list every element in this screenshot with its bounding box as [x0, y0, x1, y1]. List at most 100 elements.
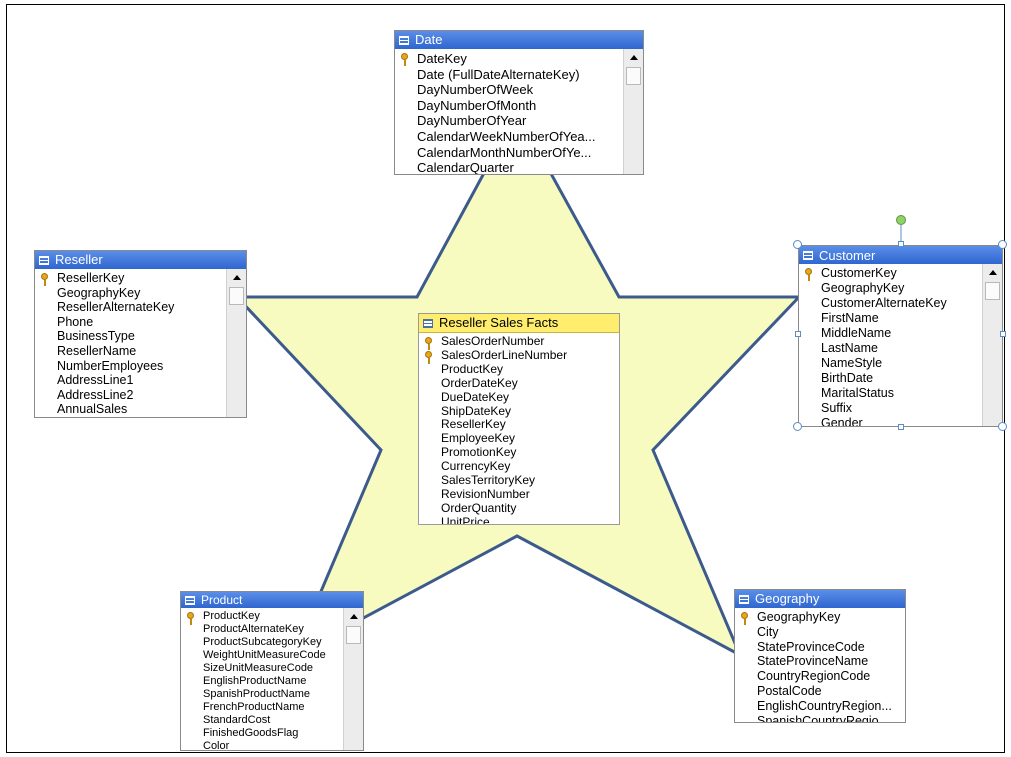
table-header[interactable]: Reseller Sales Facts	[419, 314, 619, 333]
field-row[interactable]: DayNumberOfYear	[395, 113, 643, 129]
field-row[interactable]: BusinessType	[35, 329, 246, 344]
field-row[interactable]: Suffix	[799, 401, 1002, 416]
field-row[interactable]: OrderQuantity	[419, 501, 619, 516]
field-row[interactable]: AddressLine2	[35, 388, 246, 403]
table-header[interactable]: Date	[395, 31, 643, 49]
field-row[interactable]: SizeUnitMeasureCode	[181, 662, 363, 675]
resize-handle-s[interactable]	[898, 424, 904, 430]
field-row[interactable]: ResellerKey	[419, 417, 619, 432]
resize-handle-sw[interactable]	[793, 422, 802, 431]
field-row[interactable]: SalesOrderLineNumber	[419, 348, 619, 364]
field-row[interactable]: StateProvinceCode	[735, 640, 905, 655]
scroll-up-arrow-icon[interactable]	[232, 275, 241, 280]
field-row[interactable]: GeographyKey	[35, 286, 246, 301]
field-row[interactable]: EnglishCountryRegion...	[735, 699, 905, 714]
scrollbar[interactable]	[623, 49, 643, 174]
rotation-handle[interactable]	[896, 215, 906, 225]
field-row[interactable]: AddressLine1	[35, 373, 246, 388]
field-row[interactable]: SpanishProductName	[181, 688, 363, 701]
table-customer[interactable]: Customer CustomerKey GeographyKey Customer…	[798, 245, 1003, 427]
field-row[interactable]: CalendarQuarter	[395, 160, 643, 174]
table-date[interactable]: Date DateKey Date (FullDateAlternateKey) D…	[394, 30, 644, 175]
field-row[interactable]: OrderDateKey	[419, 376, 619, 391]
field-row[interactable]: CalendarMonthNumberOfYe...	[395, 145, 643, 161]
field-row[interactable]: PostalCode	[735, 684, 905, 699]
table-geography[interactable]: Geography GeographyKey City StateProvinceC…	[734, 589, 906, 723]
table-header[interactable]: Customer	[799, 246, 1002, 264]
field-row[interactable]: MaritalStatus	[799, 386, 1002, 401]
resize-handle-nw[interactable]	[793, 240, 802, 249]
scrollbar[interactable]	[343, 608, 363, 750]
field-row[interactable]: GeographyKey	[735, 610, 905, 625]
field-name: ResellerName	[57, 343, 137, 358]
field-row[interactable]: EnglishProductName	[181, 675, 363, 688]
table-header[interactable]: Product	[181, 592, 363, 608]
field-row[interactable]: WeightUnitMeasureCode	[181, 649, 363, 662]
table-reseller-sales-facts[interactable]: Reseller Sales Facts SalesOrderNumber Sal…	[418, 313, 620, 525]
field-name: CalendarWeekNumberOfYea...	[417, 128, 596, 144]
scroll-thumb[interactable]	[346, 626, 361, 644]
field-name: ProductAlternateKey	[203, 623, 304, 635]
scroll-up-arrow-icon[interactable]	[349, 614, 358, 619]
scroll-thumb[interactable]	[985, 282, 1000, 300]
field-row[interactable]: FirstName	[799, 311, 1002, 326]
field-name: RevisionNumber	[441, 486, 530, 501]
field-row[interactable]: CustomerKey	[799, 266, 1002, 281]
table-reseller[interactable]: Reseller ResellerKey GeographyKey Reseller…	[34, 250, 247, 418]
field-row[interactable]: ResellerAlternateKey	[35, 300, 246, 315]
table-header[interactable]: Geography	[735, 590, 905, 608]
field-row[interactable]: SalesTerritoryKey	[419, 473, 619, 488]
field-row[interactable]: StateProvinceName	[735, 654, 905, 669]
field-row[interactable]: ShipDateKey	[419, 404, 619, 419]
field-row[interactable]: SalesOrderNumber	[419, 334, 619, 350]
field-row[interactable]: FrenchProductName	[181, 701, 363, 714]
field-row[interactable]: DateKey	[395, 51, 643, 67]
field-row[interactable]: Color	[181, 740, 363, 750]
field-row[interactable]: CustomerAlternateKey	[799, 296, 1002, 311]
resize-handle-se[interactable]	[998, 422, 1007, 431]
field-row[interactable]: ResellerKey	[35, 271, 246, 286]
field-row[interactable]: ProductSubcategoryKey	[181, 636, 363, 649]
field-row[interactable]: RevisionNumber	[419, 486, 619, 502]
field-row[interactable]: CalendarWeekNumberOfYea...	[395, 129, 643, 145]
field-row[interactable]: DueDateKey	[419, 390, 619, 405]
field-row[interactable]: CountryRegionCode	[735, 669, 905, 684]
field-list: GeographyKey City StateProvinceCode StatePr…	[735, 608, 905, 722]
field-row[interactable]: GeographyKey	[799, 281, 1002, 296]
field-name: GeographyKey	[57, 285, 141, 300]
field-row[interactable]: FinishedGoodsFlag	[181, 727, 363, 740]
resize-handle-ne[interactable]	[998, 240, 1007, 249]
field-row[interactable]: AnnualSales	[35, 402, 246, 417]
field-row[interactable]: Phone	[35, 315, 246, 330]
field-row[interactable]: UnitPrice	[419, 515, 619, 524]
field-row[interactable]: DayNumberOfMonth	[395, 98, 643, 114]
field-row[interactable]: PromotionKey	[419, 445, 619, 460]
resize-handle-e[interactable]	[1000, 331, 1006, 337]
field-row[interactable]: City	[735, 625, 905, 640]
field-row[interactable]: StandardCost	[181, 714, 363, 727]
field-row[interactable]: Date (FullDateAlternateKey)	[395, 67, 643, 83]
scroll-up-arrow-icon[interactable]	[629, 55, 638, 60]
scrollbar[interactable]	[982, 264, 1002, 426]
resize-handle-w[interactable]	[795, 331, 801, 337]
field-row[interactable]: ProductKey	[419, 362, 619, 377]
field-row[interactable]: CurrencyKey	[419, 459, 619, 474]
table-product[interactable]: Product ProductKey ProductAlternateKey Pro…	[180, 591, 364, 751]
scroll-thumb[interactable]	[229, 287, 244, 305]
field-row[interactable]: DayNumberOfWeek	[395, 82, 643, 98]
resize-handle-n[interactable]	[898, 241, 904, 247]
field-row[interactable]: ProductAlternateKey	[181, 623, 363, 636]
field-row[interactable]: BirthDate	[799, 371, 1002, 386]
field-row[interactable]: EmployeeKey	[419, 431, 619, 446]
scrollbar[interactable]	[226, 269, 246, 417]
table-header[interactable]: Reseller	[35, 251, 246, 269]
field-row[interactable]: MiddleName	[799, 326, 1002, 341]
scroll-thumb[interactable]	[626, 67, 641, 85]
field-row[interactable]: NameStyle	[799, 356, 1002, 371]
field-row[interactable]: NumberEmployees	[35, 359, 246, 374]
field-row[interactable]: LastName	[799, 341, 1002, 356]
field-row[interactable]: SpanishCountryRegio...	[735, 714, 905, 722]
scroll-up-arrow-icon[interactable]	[988, 270, 997, 275]
field-row[interactable]: ResellerName	[35, 344, 246, 359]
field-row[interactable]: ProductKey	[181, 610, 363, 625]
